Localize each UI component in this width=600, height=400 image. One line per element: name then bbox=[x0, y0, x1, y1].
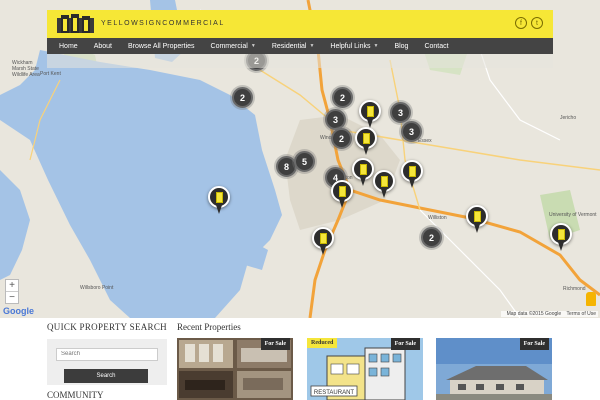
nav-residential[interactable]: Residential ▼ bbox=[264, 43, 323, 50]
map-label: Essex bbox=[418, 138, 432, 144]
property-pin[interactable] bbox=[401, 160, 423, 190]
building-icon bbox=[338, 185, 346, 197]
map-label: Willsboro Point bbox=[80, 285, 114, 291]
quick-search-box: Search bbox=[47, 339, 167, 385]
map-label: Port Kent bbox=[40, 71, 61, 77]
recent-properties-title: Recent Properties bbox=[177, 322, 241, 332]
building-icon bbox=[359, 163, 367, 175]
property-card[interactable]: For Sale bbox=[177, 338, 293, 400]
chevron-down-icon: ▼ bbox=[250, 43, 256, 49]
marker-cluster[interactable]: 2 bbox=[332, 87, 353, 108]
marker-cluster[interactable]: 2 bbox=[331, 128, 352, 149]
google-logo: Google bbox=[3, 306, 34, 316]
nav-label: Home bbox=[59, 42, 78, 50]
nav-label: About bbox=[93, 42, 112, 50]
map-attribution: Map data ©2015 Google Terms of Use bbox=[500, 311, 598, 317]
nav-about[interactable]: About bbox=[86, 43, 120, 50]
map-label: University of Vermont bbox=[549, 212, 597, 218]
marker-cluster[interactable]: 2 bbox=[421, 227, 442, 248]
building-icon bbox=[319, 232, 327, 244]
for-sale-badge: For Sale bbox=[390, 338, 420, 350]
property-pin[interactable] bbox=[550, 223, 572, 253]
quick-search-title: QUICK PROPERTY SEARCH bbox=[47, 322, 167, 332]
property-pin[interactable] bbox=[373, 170, 395, 200]
nav-label: Residential bbox=[271, 42, 307, 50]
nav-contact[interactable]: Contact bbox=[416, 43, 456, 50]
building-icon bbox=[408, 165, 416, 177]
zoom-out-button[interactable]: − bbox=[6, 292, 18, 304]
nav-blog[interactable]: Blog bbox=[386, 43, 416, 50]
site-header: YELLOWSIGNCOMMERCIAL f t bbox=[47, 10, 553, 38]
zoom-in-button[interactable]: + bbox=[6, 280, 18, 292]
nav-label: Blog bbox=[394, 42, 409, 50]
for-sale-badge: For Sale bbox=[519, 338, 549, 350]
nav-helpful-links[interactable]: Helpful Links ▼ bbox=[322, 43, 386, 50]
nav-label: Browse All Properties bbox=[127, 42, 195, 50]
property-pin[interactable] bbox=[359, 100, 381, 130]
nav-browse-all[interactable]: Browse All Properties bbox=[120, 43, 203, 50]
property-card[interactable]: RESTAURANT Reduced For Sale bbox=[307, 338, 423, 400]
map-label: Jericho bbox=[560, 115, 577, 121]
logo-text: YELLOWSIGNCOMMERCIAL bbox=[101, 20, 225, 27]
nav-home[interactable]: Home bbox=[51, 43, 86, 50]
marker-cluster[interactable]: 2 bbox=[232, 87, 253, 108]
social-links: f t bbox=[515, 17, 543, 29]
map-label: Richmond bbox=[563, 286, 586, 292]
twitter-icon[interactable]: t bbox=[531, 17, 543, 29]
buildings-logo-icon bbox=[57, 14, 94, 33]
building-icon bbox=[366, 105, 374, 117]
chevron-down-icon: ▼ bbox=[373, 43, 379, 49]
property-pin[interactable] bbox=[331, 180, 353, 210]
terms-link[interactable]: Terms of Use bbox=[567, 311, 596, 317]
zoom-control: + − bbox=[5, 279, 19, 304]
svg-text:RESTAURANT: RESTAURANT bbox=[314, 390, 355, 396]
property-pin[interactable] bbox=[466, 205, 488, 235]
chevron-down-icon: ▼ bbox=[309, 43, 315, 49]
building-icon bbox=[380, 175, 388, 187]
property-pin[interactable] bbox=[208, 186, 230, 216]
building-icon bbox=[362, 132, 370, 144]
nav-label: Contact bbox=[424, 42, 449, 50]
search-input[interactable] bbox=[56, 347, 158, 361]
property-pin[interactable] bbox=[312, 227, 334, 257]
sidebar: QUICK PROPERTY SEARCH Search COMMUNITY bbox=[47, 322, 167, 400]
attribution-text: Map data ©2015 Google bbox=[506, 311, 562, 317]
property-pin[interactable] bbox=[352, 158, 374, 188]
marker-cluster[interactable]: 3 bbox=[325, 109, 346, 130]
marker-cluster[interactable]: 3 bbox=[401, 121, 422, 142]
marker-cluster[interactable]: 5 bbox=[294, 151, 315, 172]
nav-commercial[interactable]: Commercial ▼ bbox=[203, 43, 264, 50]
map-label: Williston bbox=[428, 215, 447, 221]
street-view-pegman-icon[interactable] bbox=[586, 292, 596, 306]
site-logo[interactable]: YELLOWSIGNCOMMERCIAL bbox=[57, 14, 225, 33]
header-shadow bbox=[47, 54, 553, 68]
for-sale-badge: For Sale bbox=[260, 338, 290, 350]
marker-cluster[interactable]: 3 bbox=[390, 102, 411, 123]
building-icon bbox=[557, 228, 565, 240]
building-icon bbox=[215, 191, 223, 203]
property-pin[interactable] bbox=[355, 127, 377, 157]
main-nav: Home About Browse All Properties Commerc… bbox=[47, 38, 553, 54]
map-label: Wickham Marsh State Wildlife Area bbox=[12, 60, 40, 78]
property-card[interactable]: For Sale bbox=[436, 338, 552, 400]
reduced-badge: Reduced bbox=[307, 338, 338, 348]
nav-label: Helpful Links bbox=[330, 42, 371, 50]
building-icon bbox=[473, 210, 481, 222]
search-button[interactable]: Search bbox=[64, 368, 148, 383]
facebook-icon[interactable]: f bbox=[515, 17, 527, 29]
community-title: COMMUNITY bbox=[47, 390, 104, 400]
nav-label: Commercial bbox=[210, 42, 248, 50]
